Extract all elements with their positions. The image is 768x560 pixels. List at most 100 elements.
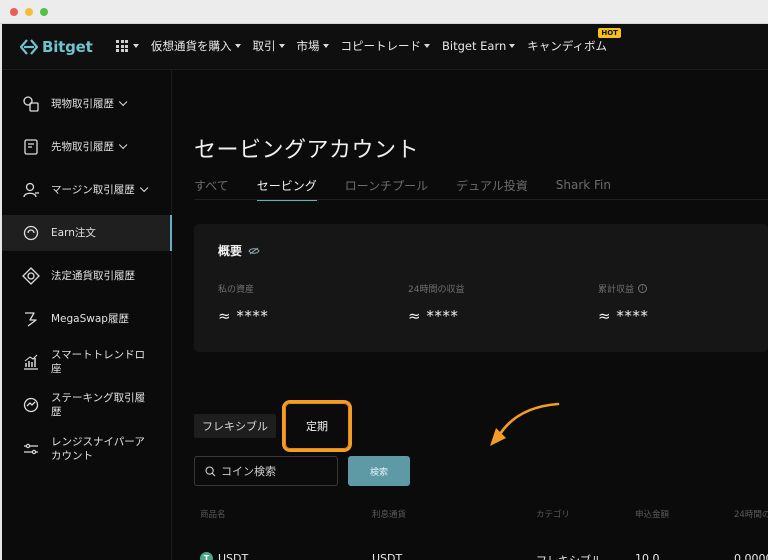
page-title: セービングアカウント [194,138,420,163]
sidebar-item-smart-trend[interactable]: スマートトレンドロ座 [2,343,172,381]
overview-label-text: 累計収益 [598,285,635,295]
main-content: セービングアカウント すべて セービング ローンチプール デュアル投資 Shar… [172,70,768,560]
overview-card: 概要 私の資産 ≈ **** 24時間の収益 ≈ **** 累計収益 i ≈ *… [194,224,768,352]
nav-buy-crypto[interactable]: 仮想通貨を購入 [151,38,241,54]
eye-icon[interactable] [248,247,260,255]
maximize-window-button[interactable] [40,8,48,16]
staking-icon [22,396,40,414]
close-window-button[interactable] [10,8,18,16]
sidebar-item-earn-orders[interactable]: Earn注文 [2,215,172,251]
sidebar-item-fiat-history[interactable]: 法定通貨取引履歴 [2,258,172,294]
search-button[interactable]: 検索 [348,456,410,486]
sidebar-item-staking-history[interactable]: ステーキング取引履歴 [2,386,172,424]
apps-menu[interactable] [116,40,139,52]
segment-flexible[interactable]: フレキシブル [194,414,276,438]
nav-copy-trade[interactable]: コピートレード [340,38,430,54]
margin-history-icon [22,181,40,199]
nav-markets[interactable]: 市場 [297,38,329,54]
sidebar-item-label: 現物取引履歴 [51,98,114,110]
table-header-interest-coin: 利息通貨 [372,510,407,520]
overview-value: ≈ **** [408,307,459,325]
table-header-24h: 24時間の [734,510,768,520]
overview-title-text: 概要 [218,244,243,258]
minimize-window-button[interactable] [25,8,33,16]
sidebar-item-label: 先物取引履歴 [51,141,114,153]
tab-shark-fin[interactable]: Shark Fin [556,170,611,200]
logo-text: Bitget [42,38,93,56]
browser-frame: Bitget 仮想通貨を購入 取引 市場 コピートレード Bitget Earn… [0,0,768,560]
overview-my-assets: 私の資産 ≈ **** [218,282,268,325]
earn-icon [22,224,40,242]
annotation-arrow-icon [490,402,560,446]
nav-items: 仮想通貨を購入 取引 市場 コピートレード Bitget Earn キャンディボ… [116,28,621,54]
sidebar-item-futures-history[interactable]: 先物取引履歴 [2,129,172,165]
spot-history-icon [22,95,40,113]
nav-candy-bomb[interactable]: キャンディボム HOT [527,28,621,54]
app: Bitget 仮想通貨を購入 取引 市場 コピートレード Bitget Earn… [2,24,768,560]
nav-label: 市場 [296,39,320,53]
top-nav: Bitget 仮想通貨を購入 取引 市場 コピートレード Bitget Earn… [2,24,768,70]
table-header-amount: 申込金額 [635,510,670,520]
sidebar-item-spot-history[interactable]: 現物取引履歴 [2,86,172,122]
sidebar-item-label: ステーキング取引履歴 [51,392,146,418]
bitget-logo-icon [19,39,39,55]
chevron-down-icon [118,140,128,150]
tab-bar: すべて セービング ローンチプール デュアル投資 Shark Fin [194,170,639,201]
nav-trade[interactable]: 取引 [253,38,285,54]
chevron-down-icon [118,97,128,107]
chevron-down-icon [139,183,149,193]
overview-label: 私の資産 [218,285,255,295]
usdt-coin-icon: T [200,552,213,560]
coin-search [194,456,338,486]
chevron-down-icon [133,44,139,48]
coin-search-input[interactable] [221,464,331,478]
sidebar-item-label: スマートトレンドロ座 [51,349,146,375]
nav-bitget-earn[interactable]: Bitget Earn [442,39,516,53]
sidebar-item-megaswap-history[interactable]: MegaSwap履歴 [2,301,172,337]
fiat-history-icon [22,267,40,285]
overview-24h-earnings: 24時間の収益 ≈ **** [408,282,464,325]
sidebar-item-range-sniper[interactable]: レンジスナイパーアカウント [2,430,172,468]
bitget-logo[interactable]: Bitget [19,37,93,57]
sidebar-item-label: レンジスナイパーアカウント [51,436,145,462]
chevron-down-icon [322,44,329,48]
sidebar-item-margin-history[interactable]: マージン取引履歴 [2,172,172,208]
info-icon[interactable]: i [638,284,648,293]
table-cell-24h: 0.00000 [734,552,768,560]
nav-label: 取引 [252,39,276,53]
chevron-down-icon [234,44,241,48]
sidebar-item-label: Earn注文 [51,227,96,239]
table-cell-interest-coin: USDT [372,552,403,560]
table-row-product[interactable]: T USDT [200,552,248,560]
overview-value: ≈ **** [218,307,269,325]
table-cell-amount: 10.0 [635,552,660,560]
overview-value: ≈ **** [598,307,649,325]
tab-dual-investment[interactable]: デュアル投資 [456,170,528,200]
smart-trend-icon [22,353,40,371]
futures-history-icon [22,138,40,156]
overview-label: 累計収益 i [598,282,648,295]
search-icon [205,465,216,476]
chevron-down-icon [278,44,285,48]
tab-savings[interactable]: セービング [256,170,317,201]
table-cell-coin: USDT [218,552,249,560]
nav-label: コピートレード [340,39,422,53]
tab-all[interactable]: すべて [194,170,229,200]
chevron-down-icon [424,44,430,48]
apps-grid-icon [116,40,128,52]
table-header-category: カテゴリ [536,510,571,520]
tabs-divider [194,199,768,200]
window-chrome [0,0,768,24]
tab-launchpool[interactable]: ローンチプール [345,170,428,200]
sidebar-item-label: MegaSwap履歴 [51,313,129,325]
overview-total-earnings: 累計収益 i ≈ **** [598,282,648,325]
highlight-annotation [282,400,352,452]
range-sniper-icon [22,440,40,458]
nav-label: 仮想通貨を購入 [151,39,232,53]
nav-label: キャンディボム [527,39,607,53]
hot-badge: HOT [598,28,621,38]
sidebar: 現物取引履歴 先物取引履歴 マージン取引履歴 Earn注文 法定通貨取引履歴 M… [2,70,172,560]
sidebar-item-label: 法定通貨取引履歴 [51,270,135,282]
overview-title: 概要 [218,242,260,259]
table-cell-category: フレキシブル [536,552,602,560]
